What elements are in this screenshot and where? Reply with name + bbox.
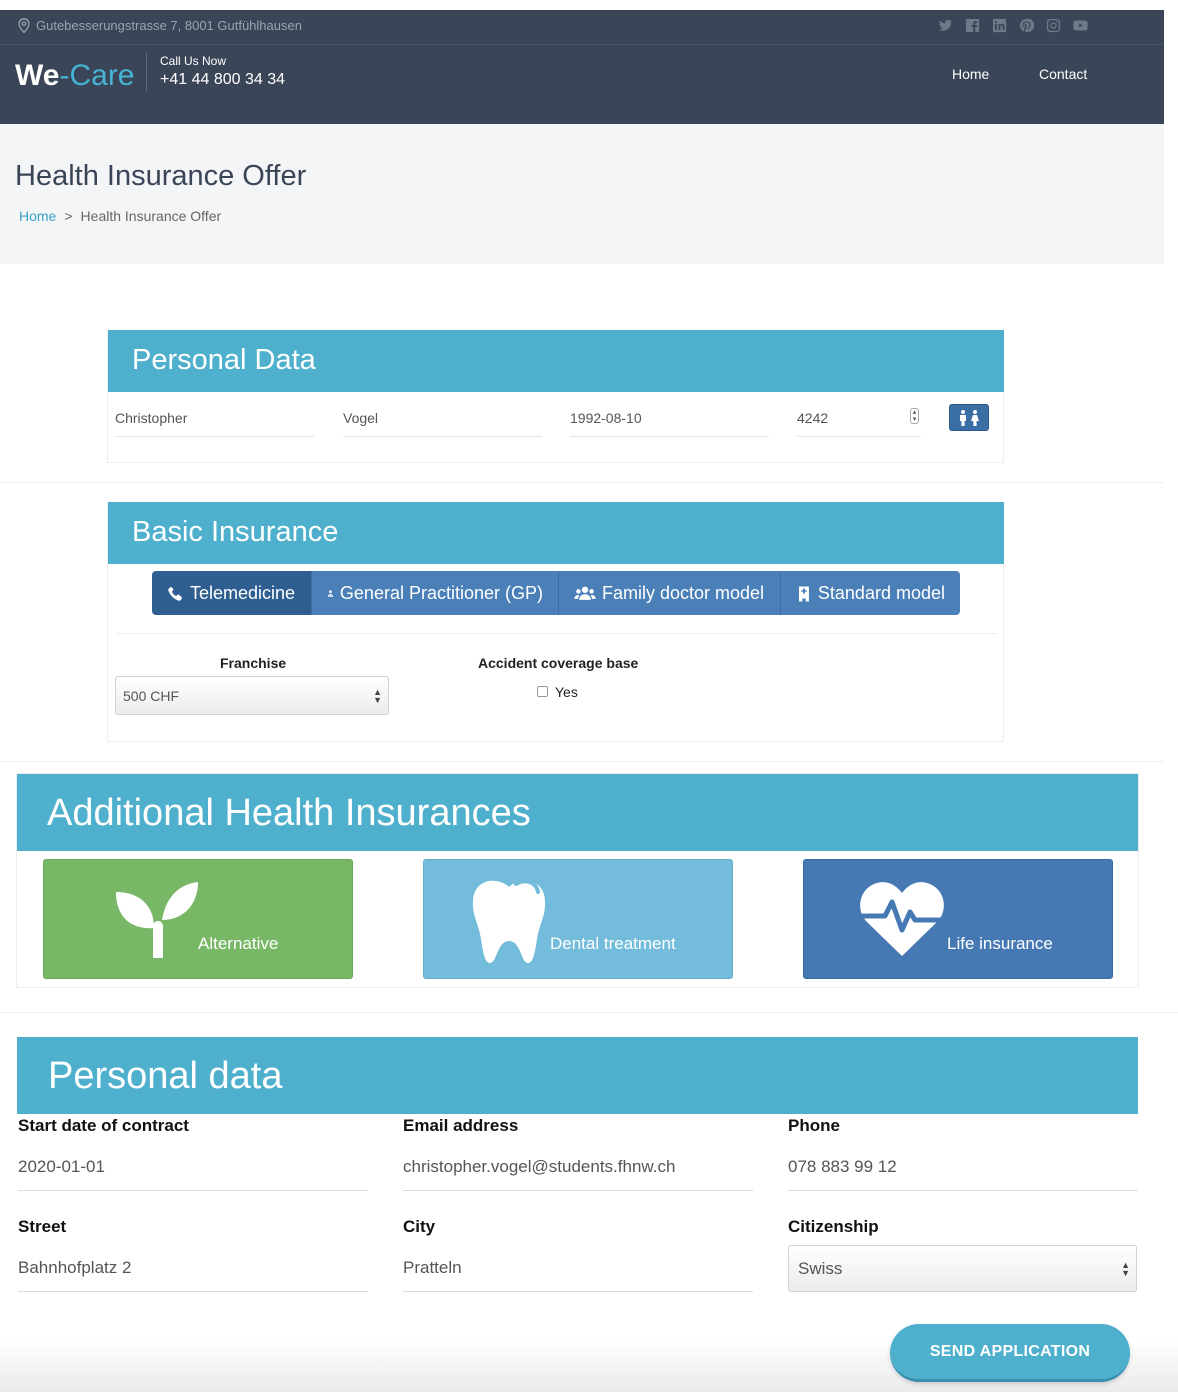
personal-data-header: Personal Data (108, 330, 1004, 392)
tile-label: Life insurance (947, 934, 1053, 953)
youtube-icon[interactable] (1072, 17, 1088, 33)
sprout-icon (116, 882, 198, 958)
franchise-label: Franchise (220, 655, 287, 671)
accident-coverage-label: Accident coverage base (478, 655, 639, 671)
start-date-input[interactable]: 2020-01-01 (18, 1157, 368, 1191)
last-name-input[interactable]: Vogel (343, 410, 542, 437)
logo-dash: - (59, 59, 70, 92)
basic-insurance-divider (116, 633, 997, 634)
zip-input[interactable]: 4242 ▴ ▾ (797, 408, 921, 437)
logo-we: We (15, 59, 60, 92)
model-label: General Practitioner (GP) (339, 582, 543, 603)
doctor-icon (327, 589, 334, 597)
location-pin-icon (18, 18, 30, 33)
page: Gutebesserungstrasse 7, 8001 Gutfühlhaus… (0, 0, 1178, 1392)
insurance-model-selector: Telemedicine General Practitioner (GP) F… (152, 571, 960, 615)
additional-insurance-heading: Additional Health Insurances (47, 792, 531, 834)
tile-label: Alternative (198, 934, 279, 953)
select-arrows-icon: ▲ ▼ (373, 686, 382, 705)
personal-data-heading: Personal Data (132, 344, 316, 376)
birthdate-input[interactable]: 1992-08-10 (570, 410, 769, 437)
contract-heading: Personal data (48, 1055, 283, 1097)
social-links (937, 17, 1088, 33)
call-label: Call Us Now (160, 54, 227, 68)
contract-header: Personal data (17, 1037, 1138, 1114)
phone-input[interactable]: 078 883 99 12 (788, 1157, 1138, 1191)
breadcrumb: Home > Health Insurance Offer (19, 208, 221, 224)
section-divider (0, 1012, 1178, 1013)
breadcrumb-current: Health Insurance Offer (80, 208, 222, 224)
first-name-input[interactable]: Christopher (115, 410, 314, 437)
male-icon (960, 409, 966, 426)
accident-coverage-checkbox[interactable] (537, 686, 548, 697)
page-title: Health Insurance Offer (15, 160, 307, 192)
model-label: Family doctor model (602, 582, 765, 603)
instagram-icon[interactable] (1045, 17, 1061, 33)
email-label: Email address (403, 1116, 519, 1135)
model-label: Telemedicine (190, 582, 296, 603)
section-divider (0, 761, 1164, 762)
citizenship-select[interactable]: Swiss ▲ ▼ (788, 1245, 1137, 1292)
breadcrumb-home[interactable]: Home (19, 208, 56, 224)
twitter-icon[interactable] (937, 17, 953, 33)
gender-toggle-button[interactable] (949, 404, 989, 431)
header-separator (146, 52, 147, 92)
female-icon (971, 409, 979, 426)
top-strip (0, 0, 1178, 10)
tile-label: Dental treatment (550, 934, 676, 953)
citizenship-value: Swiss (798, 1259, 843, 1278)
address: Gutebesserungstrasse 7, 8001 Gutfühlhaus… (18, 18, 302, 33)
model-standard-button[interactable]: Standard model (781, 571, 960, 615)
email-input[interactable]: christopher.vogel@students.fhnw.ch (403, 1157, 753, 1191)
basic-insurance-heading: Basic Insurance (132, 516, 339, 548)
tooth-icon (472, 879, 546, 963)
breadcrumb-separator: > (64, 208, 73, 224)
logo[interactable]: We-Care (15, 58, 135, 94)
header-divider (0, 44, 1164, 45)
additional-insurance-header: Additional Health Insurances (17, 774, 1138, 851)
phone-label: Phone (788, 1116, 840, 1135)
model-telemedicine-button[interactable]: Telemedicine (152, 571, 312, 615)
logo-care: Care (69, 59, 135, 92)
street-label: Street (18, 1217, 67, 1236)
header-phone[interactable]: +41 44 800 34 34 (160, 71, 285, 89)
start-date-label: Start date of contract (18, 1116, 189, 1135)
accident-coverage-option[interactable]: Yes (555, 684, 578, 700)
select-arrows-icon: ▲ ▼ (1121, 1259, 1130, 1278)
facebook-icon[interactable] (964, 17, 980, 33)
nav-home[interactable]: Home (952, 66, 989, 82)
title-bar (0, 124, 1164, 264)
linkedin-icon[interactable] (991, 17, 1007, 33)
users-icon (574, 586, 596, 600)
model-gp-button[interactable]: General Practitioner (GP) (312, 571, 559, 615)
zip-value: 4242 (797, 410, 829, 426)
zip-stepper[interactable]: ▴ ▾ (910, 408, 919, 424)
city-label: City (403, 1217, 436, 1236)
nav-contact[interactable]: Contact (1039, 66, 1087, 82)
section-divider (0, 482, 1164, 483)
model-family-doctor-button[interactable]: Family doctor model (559, 571, 781, 615)
citizenship-label: Citizenship (788, 1217, 879, 1236)
tile-alternative[interactable]: Alternative (43, 859, 353, 979)
heart-pulse-icon (859, 882, 945, 956)
street-input[interactable]: Bahnhofplatz 2 (18, 1258, 368, 1292)
franchise-value: 500 CHF (123, 688, 180, 704)
send-application-button[interactable]: SEND APPLICATION (890, 1324, 1130, 1382)
phone-icon (168, 585, 182, 601)
city-input[interactable]: Pratteln (403, 1258, 753, 1292)
basic-insurance-header: Basic Insurance (108, 502, 1004, 564)
model-label: Standard model (817, 582, 945, 603)
tile-dental[interactable]: Dental treatment (423, 859, 733, 979)
franchise-select[interactable]: 500 CHF ▲ ▼ (115, 676, 389, 715)
address-text: Gutebesserungstrasse 7, 8001 Gutfühlhaus… (36, 18, 302, 33)
hospital-icon (798, 586, 809, 601)
tile-life-insurance[interactable]: Life insurance (803, 859, 1113, 979)
pinterest-icon[interactable] (1018, 17, 1034, 33)
